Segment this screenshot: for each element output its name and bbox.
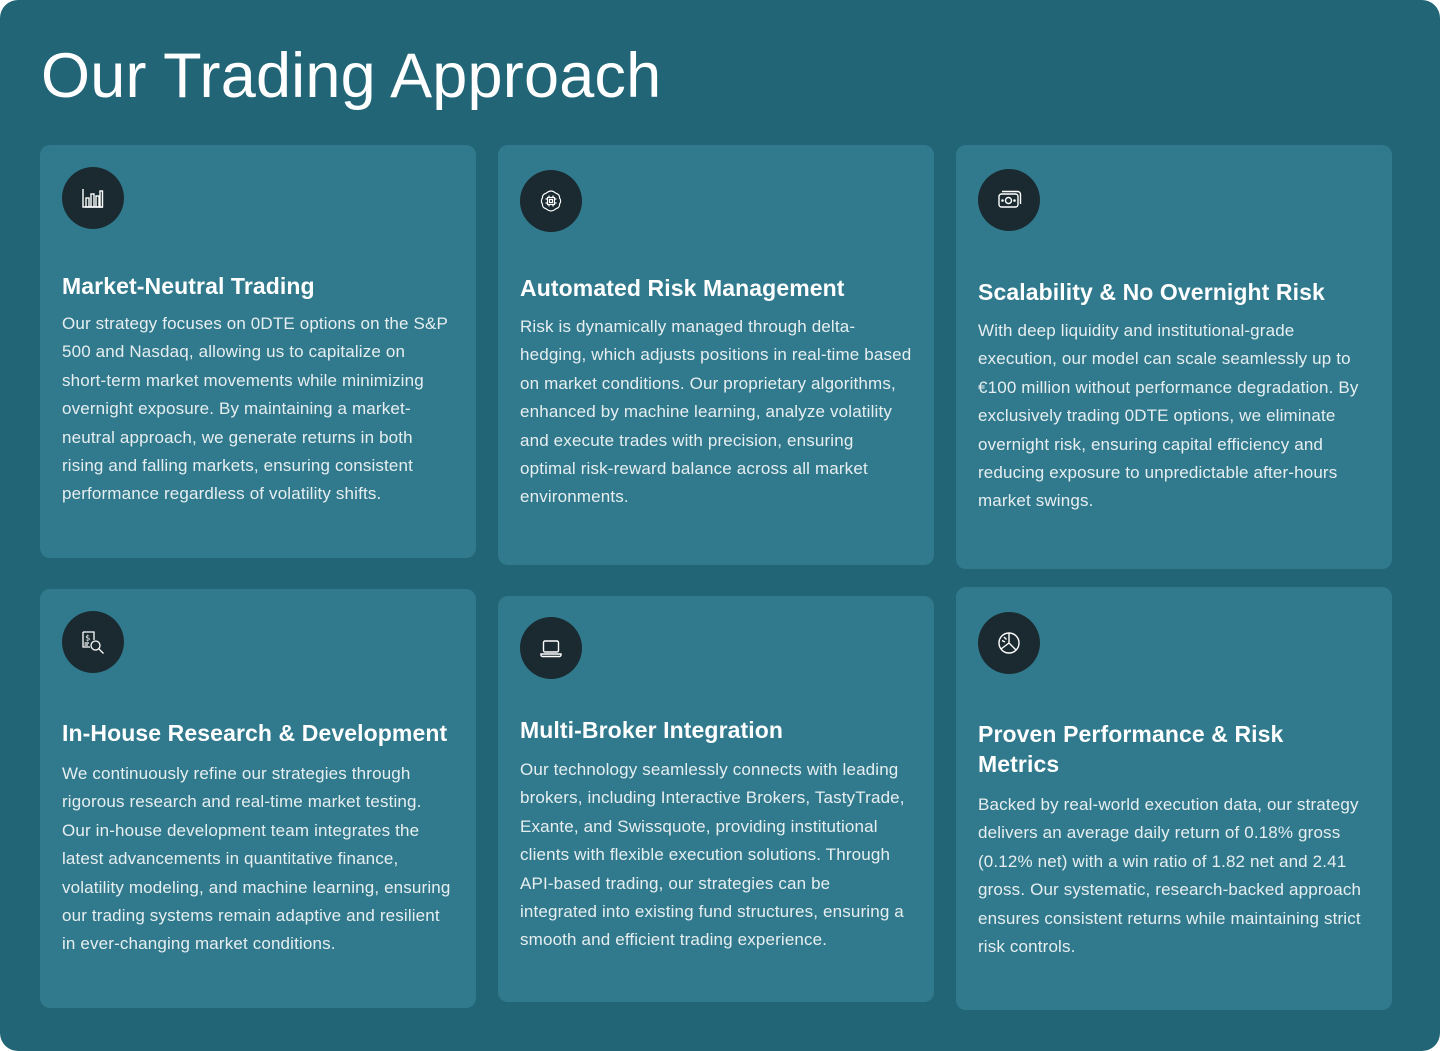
card-text: We continuously refine our strategies th… [62, 764, 451, 954]
card-text: Backed by real-world execution data, our… [978, 795, 1362, 957]
card-title: Proven Performance & Risk Metrics [978, 721, 1284, 777]
card-title: In-House Research & Development [62, 720, 448, 746]
card-multi-broker-integration: Multi-Broker Integration Our technology … [498, 596, 934, 1002]
laptop-icon [520, 617, 582, 679]
bar-chart-icon [62, 167, 124, 229]
banknote-icon [978, 169, 1040, 231]
svg-text:$: $ [85, 634, 90, 643]
card-title: Multi-Broker Integration [520, 717, 784, 743]
card-title: Market-Neutral Trading [62, 273, 315, 299]
card-text: Our strategy focuses on 0DTE options on … [62, 314, 448, 504]
card-text: Our technology seamlessly connects with … [520, 760, 905, 950]
card-title: Automated Risk Management [520, 275, 845, 301]
card-market-neutral-trading: Market-Neutral Trading Our strategy focu… [40, 145, 476, 558]
card-in-house-research-development: $ In-House Research & Development We con… [40, 589, 476, 1008]
trading-approach-section: Our Trading Approach Market-Neutral Trad… [0, 0, 1440, 1051]
card-title: Scalability & No Overnight Risk [978, 279, 1325, 305]
card-automated-risk-management: Automated Risk Management Risk is dynami… [498, 145, 934, 565]
pie-chart-icon [978, 612, 1040, 674]
cpu-chip-icon [520, 170, 582, 232]
card-text: With deep liquidity and institutional-gr… [978, 321, 1359, 511]
card-scalability-no-overnight-risk: Scalability & No Overnight Risk With dee… [956, 145, 1392, 569]
card-proven-performance-risk-metrics: Proven Performance & Risk Metrics Backed… [956, 587, 1392, 1010]
section-title: Our Trading Approach [41, 41, 662, 111]
research-magnifier-icon: $ [62, 611, 124, 673]
card-text: Risk is dynamically managed through delt… [520, 317, 912, 507]
